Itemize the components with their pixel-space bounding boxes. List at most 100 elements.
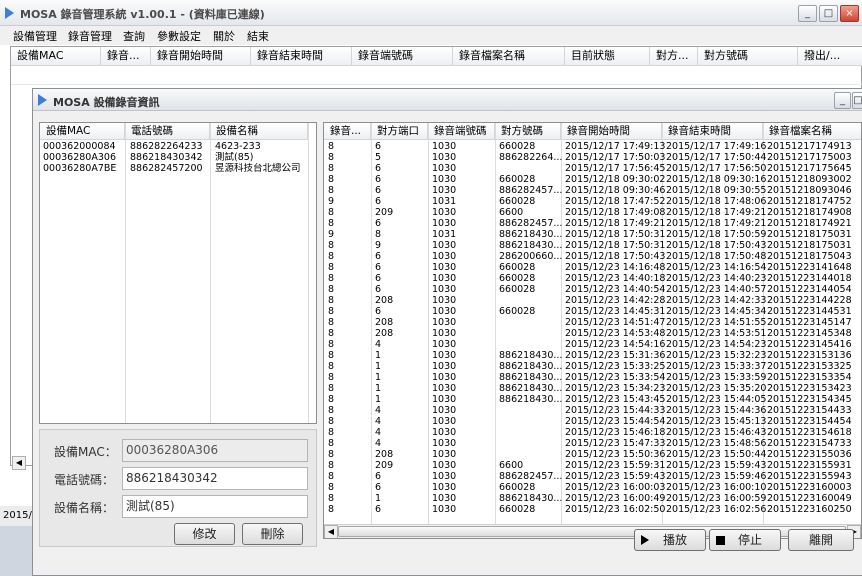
dialog-maximize-icon[interactable]: □ xyxy=(852,92,862,109)
recording-row[interactable]: 8 4 1030 2015/12/23 15:44:54 2015/12/23 15:4… xyxy=(324,416,861,427)
main-col-remote-port[interactable]: 對方... xyxy=(650,47,698,66)
main-col-remote-number[interactable]: 對方號碼 xyxy=(698,47,798,66)
recording-cell: 6 xyxy=(375,218,382,229)
minimize-icon[interactable]: _ xyxy=(798,5,817,22)
recording-row[interactable]: 8 6 1030 286200660... 2015/12/18 17:50:43 201… xyxy=(324,251,861,262)
recording-row[interactable]: 8 1 1030 886218430... 2015/12/23 15:33:25 201… xyxy=(324,361,861,372)
recording-row[interactable]: 8 4 1030 2015/12/23 15:46:18 2015/12/23 15:4… xyxy=(324,427,861,438)
recording-row[interactable]: 8 4 1030 2015/12/23 15:47:33 2015/12/23 15:4… xyxy=(324,438,861,449)
recording-row[interactable]: 8 6 1030 886282457... 2015/12/18 17:49:21 201… xyxy=(324,218,861,229)
recording-row[interactable]: 8 6 1030 2015/12/17 17:56:45 2015/12/17 17:5… xyxy=(324,163,861,174)
recording-row[interactable]: 8 6 1030 886282457... 2015/12/18 09:30:46 201… xyxy=(324,185,861,196)
recording-row[interactable]: 8 1 1030 886218430... 2015/12/23 15:33:54 201… xyxy=(324,372,861,383)
device-list[interactable]: 設備MAC 電話號碼 設備名稱 000362000084 886282264233… xyxy=(39,122,317,424)
device-row[interactable]: 00036280A7BE 886282457200 昱源科技台北總公司 xyxy=(40,163,308,174)
recording-row[interactable]: 8 209 1030 6600 2015/12/23 15:59:31 2015/12/2… xyxy=(324,460,861,471)
delete-button[interactable]: 刪除 xyxy=(242,523,303,545)
close-icon[interactable]: × xyxy=(840,5,859,22)
menu-recording-management[interactable]: 錄音管理 xyxy=(68,28,112,44)
recording-row[interactable]: 8 208 1030 2015/12/23 15:50:36 2015/12/23 15… xyxy=(324,449,861,460)
menu-settings[interactable]: 參數設定 xyxy=(157,28,201,44)
scroll-left-icon[interactable]: ◀ xyxy=(324,525,338,538)
main-col-start[interactable]: 錄音開始時間 xyxy=(151,47,251,66)
recording-row[interactable]: 8 1 1030 886218430... 2015/12/23 15:43:45 201… xyxy=(324,394,861,405)
app-titlebar[interactable]: MOSA 錄音管理系統 v1.00.1 - (資料庫已連線) _ □ × xyxy=(0,0,862,26)
recording-cell: 8 xyxy=(328,427,335,438)
recording-row[interactable]: 8 4 1030 2015/12/23 15:44:33 2015/12/23 15:4… xyxy=(324,405,861,416)
recording-row[interactable]: 8 9 1030 886218430... 2015/12/18 17:50:31 201… xyxy=(324,240,861,251)
recording-row[interactable]: 8 6 1030 660028 2015/12/23 14:40:18 2015/12/2… xyxy=(324,273,861,284)
recording-row[interactable]: 8 209 1030 6600 2015/12/18 17:49:08 2015/12/1… xyxy=(324,207,861,218)
recording-row[interactable]: 8 6 1030 660028 2015/12/18 09:30:02 2015/12/1… xyxy=(324,174,861,185)
device-row[interactable]: 000362000084 886282264233 4623-233 xyxy=(40,141,308,152)
recording-cell: 20151223153354 xyxy=(767,372,852,383)
recording-row[interactable]: 9 6 1031 660028 2015/12/18 17:47:52 2015/12/1… xyxy=(324,196,861,207)
device-row[interactable]: 00036280A306 886218430342 測試(85) xyxy=(40,152,308,163)
recording-row[interactable]: 8 6 1030 660028 2015/12/23 14:40:54 2015/12/2… xyxy=(324,284,861,295)
recording-cell: 2015/12/23 14:16:48 xyxy=(565,262,666,273)
rec-col-extension[interactable]: 錄音端號碼 xyxy=(428,123,495,140)
recording-cell: 20151223154345 xyxy=(767,394,852,405)
device-col-phone[interactable]: 電話號碼 xyxy=(125,123,210,140)
rec-col-filename[interactable]: 錄音檔案名稱 xyxy=(763,123,861,140)
recording-row[interactable]: 8 1 1030 886218430... 2015/12/23 15:34:23 201… xyxy=(324,383,861,394)
recording-row[interactable]: 8 6 1030 660028 2015/12/23 14:16:48 2015/12/2… xyxy=(324,262,861,273)
dialog-titlebar[interactable]: MOSA 設備錄音資訊 _ □ xyxy=(33,89,862,111)
recording-cell: 8 xyxy=(328,361,335,372)
maximize-icon[interactable]: □ xyxy=(819,5,838,22)
recording-row[interactable]: 8 6 1030 660028 2015/12/23 16:00:03 2015/12/2… xyxy=(324,482,861,493)
phone-field[interactable]: 886218430342 xyxy=(122,467,308,490)
main-col-mac[interactable]: 設備MAC xyxy=(11,47,101,66)
recording-cell: 8 xyxy=(328,273,335,284)
rec-col-start[interactable]: 錄音開始時間 xyxy=(561,123,662,140)
device-col-name[interactable]: 設備名稱 xyxy=(210,123,308,140)
rec-col-end[interactable]: 錄音結束時間 xyxy=(662,123,763,140)
recording-cell: 8 xyxy=(328,306,335,317)
stop-button[interactable]: 停止 xyxy=(709,529,781,551)
device-col-mac[interactable]: 設備MAC xyxy=(40,123,125,140)
edit-button[interactable]: 修改 xyxy=(174,523,235,545)
recording-list[interactable]: 錄音... 對方端口 錄音端號碼 對方號碼 錄音開始時間 錄音結束時間 錄音檔案… xyxy=(323,122,862,539)
menu-device-management[interactable]: 設備管理 xyxy=(13,28,57,44)
recording-row[interactable]: 8 1 1030 886218430... 2015/12/23 16:00:49 201… xyxy=(324,493,861,504)
recording-cell: 20151223145416 xyxy=(767,339,852,350)
menu-about[interactable]: 關於 xyxy=(213,28,235,44)
recording-cell: 1 xyxy=(375,493,382,504)
main-col-direction[interactable]: 撥出/... xyxy=(798,47,862,66)
rec-col-remote-number[interactable]: 對方號碼 xyxy=(495,123,561,140)
recording-cell: 20151223160049 xyxy=(767,493,852,504)
main-scroll-left-icon[interactable]: ◀ xyxy=(12,456,26,470)
play-button[interactable]: 播放 xyxy=(634,529,706,551)
recording-row[interactable]: 8 1 1030 886218430... 2015/12/23 15:31:36 201… xyxy=(324,350,861,361)
rec-col-remote-port[interactable]: 對方端口 xyxy=(371,123,428,140)
close-button[interactable]: 離開 xyxy=(788,529,854,551)
rec-col-port[interactable]: 錄音... xyxy=(324,123,371,140)
recording-cell: 1030 xyxy=(432,328,457,339)
recording-row[interactable]: 8 6 1030 660028 2015/12/23 14:45:31 2015/12/2… xyxy=(324,306,861,317)
main-col-filename[interactable]: 錄音檔案名稱 xyxy=(453,47,565,66)
main-col-extension[interactable]: 錄音端號碼 xyxy=(352,47,453,66)
recording-cell: 2015/12/23 15:59:31 xyxy=(565,460,666,471)
recording-cell: 2015/12/23 16:00:03 xyxy=(565,482,666,493)
device-name-field[interactable]: 測試(85) xyxy=(122,495,308,518)
mac-field: 00036280A306 xyxy=(122,439,308,462)
recording-row[interactable]: 8 208 1030 2015/12/23 14:51:47 2015/12/23 14… xyxy=(324,317,861,328)
main-col-status[interactable]: 目前狀態 xyxy=(565,47,650,66)
recording-cell: 8 xyxy=(328,141,335,152)
recording-row[interactable]: 8 208 1030 2015/12/23 14:42:28 2015/12/23 14… xyxy=(324,295,861,306)
menu-query[interactable]: 查詢 xyxy=(123,28,145,44)
recording-row[interactable]: 8 5 1030 886282264... 2015/12/17 17:50:03 201… xyxy=(324,152,861,163)
recording-cell: 208 xyxy=(375,328,394,339)
recording-cell: 2015/12/23 14:53:51 xyxy=(666,328,767,339)
main-col-port[interactable]: 錄音... xyxy=(101,47,151,66)
recording-row[interactable]: 8 208 1030 2015/12/23 14:53:48 2015/12/23 14… xyxy=(324,328,861,339)
dialog-minimize-icon[interactable]: _ xyxy=(834,92,851,109)
recording-row[interactable]: 8 4 1030 2015/12/23 14:54:16 2015/12/23 14:5… xyxy=(324,339,861,350)
recording-cell: 2015/12/23 16:02:56 xyxy=(666,504,767,515)
main-col-end[interactable]: 錄音結束時間 xyxy=(251,47,352,66)
recording-row[interactable]: 8 6 1030 660028 2015/12/17 17:49:13 2015/12/1… xyxy=(324,141,861,152)
recording-row[interactable]: 8 6 1030 886282457... 2015/12/23 15:59:43 201… xyxy=(324,471,861,482)
recording-row[interactable]: 9 8 1031 886218430... 2015/12/18 17:50:31 201… xyxy=(324,229,861,240)
menu-exit[interactable]: 結束 xyxy=(247,28,269,44)
recording-row[interactable]: 8 6 1030 660028 2015/12/23 16:02:50 2015/12/2… xyxy=(324,504,861,515)
